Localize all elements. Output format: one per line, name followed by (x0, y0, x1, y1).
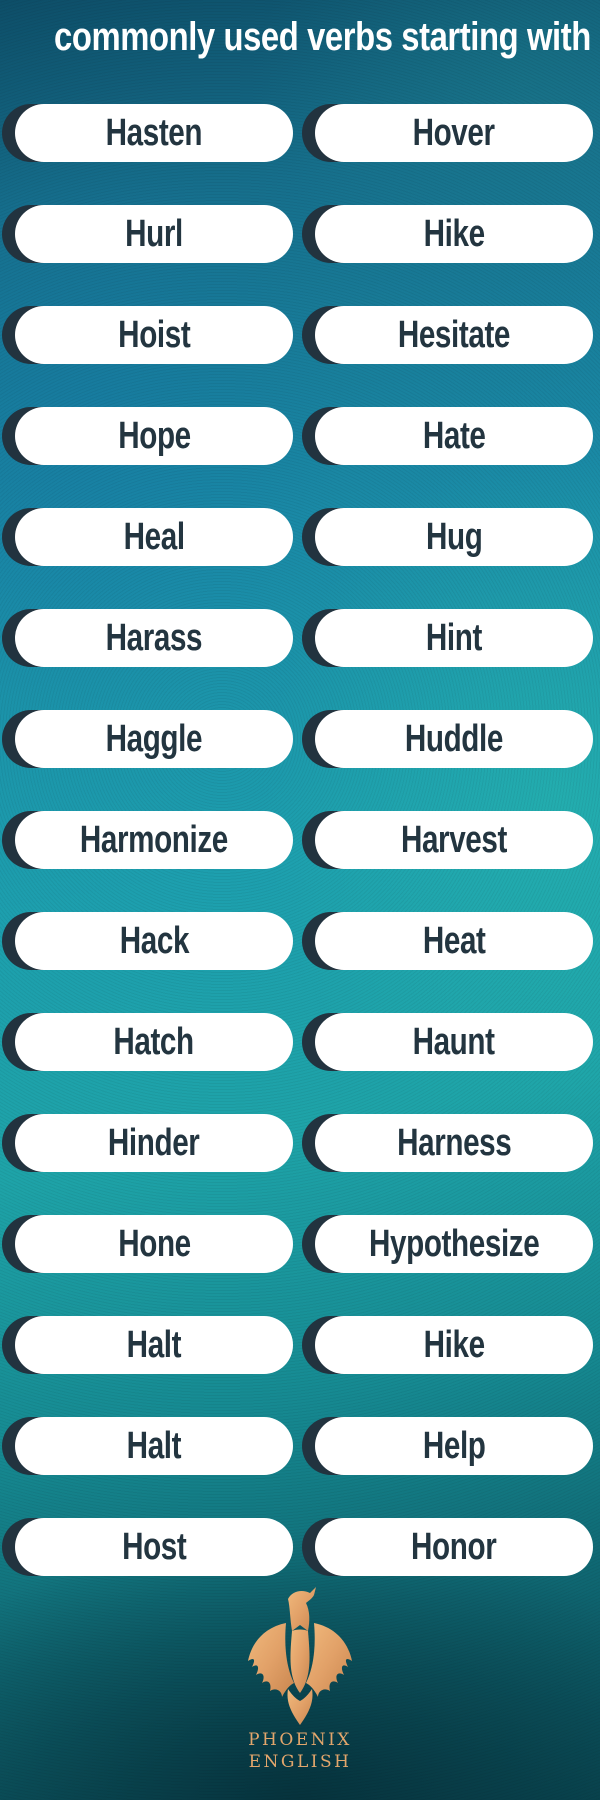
verb-card-right: Huddle (302, 710, 595, 768)
verb-label: Hope (117, 415, 191, 457)
verb-pill[interactable]: Hone (15, 1215, 293, 1273)
verb-label: Hover (412, 112, 496, 154)
verb-label: Heat (422, 920, 486, 962)
verb-label: Harvest (400, 819, 508, 861)
verb-pill[interactable]: Hike (315, 1316, 593, 1374)
verb-label: Harness (396, 1122, 512, 1164)
verb-label: Hoist (117, 314, 191, 356)
verb-pill[interactable]: Hesitate (315, 306, 593, 364)
verb-label: Hike (423, 1324, 485, 1366)
verb-card-left: Harass (2, 609, 295, 667)
verb-card-left: Hurl (2, 205, 295, 263)
verb-label: Host (121, 1526, 187, 1568)
verb-card-left: Harmonize (2, 811, 295, 869)
phoenix-bird-icon (248, 1587, 352, 1725)
verb-card-right: Hug (302, 508, 595, 566)
verb-label: Hesitate (397, 314, 511, 356)
verb-pill[interactable]: Honor (315, 1518, 593, 1576)
verb-pill[interactable]: Hike (315, 205, 593, 263)
verb-label: Hypothesize (368, 1223, 540, 1265)
verb-label: Huddle (404, 718, 504, 760)
verb-pill[interactable]: Hypothesize (315, 1215, 593, 1273)
verb-pill[interactable]: Huddle (315, 710, 593, 768)
verb-label: Honor (411, 1526, 497, 1568)
verb-label: Halt (126, 1324, 182, 1366)
verb-pill[interactable]: Hatch (15, 1013, 293, 1071)
verb-label: Hate (422, 415, 486, 457)
verb-card-left: Heal (2, 508, 295, 566)
verb-pill[interactable]: Heal (15, 508, 293, 566)
verb-card-left: Hone (2, 1215, 295, 1273)
verb-label: Haunt (412, 1021, 496, 1063)
verb-card-left: Hoist (2, 306, 295, 364)
verb-card-right: Harvest (302, 811, 595, 869)
brand-logo: PHOENIX ENGLISH (230, 1585, 370, 1785)
verb-card-left: Hinder (2, 1114, 295, 1172)
verb-label: Hinder (108, 1122, 200, 1164)
verb-pill[interactable]: Halt (15, 1316, 293, 1374)
verb-card-left: Haggle (2, 710, 295, 768)
verb-card-right: Hate (302, 407, 595, 465)
verb-pill[interactable]: Hate (315, 407, 593, 465)
verb-pill[interactable]: Hope (15, 407, 293, 465)
verb-card-left: Hack (2, 912, 295, 970)
verb-card-right: Hover (302, 104, 595, 162)
verb-card-right: Hypothesize (302, 1215, 595, 1273)
verb-pill[interactable]: Host (15, 1518, 293, 1576)
verb-pill[interactable]: Harass (15, 609, 293, 667)
verb-pill[interactable]: Harvest (315, 811, 593, 869)
verb-card-left: Hatch (2, 1013, 295, 1071)
verb-card-right: Honor (302, 1518, 595, 1576)
verb-pill[interactable]: Hasten (15, 104, 293, 162)
verb-card-right: Help (302, 1417, 595, 1475)
verb-card-right: Hesitate (302, 306, 595, 364)
verb-card-right: Harness (302, 1114, 595, 1172)
verb-pill[interactable]: Hack (15, 912, 293, 970)
verb-pill[interactable]: Halt (15, 1417, 293, 1475)
verb-pill[interactable]: Haggle (15, 710, 293, 768)
verb-card-left: Halt (2, 1316, 295, 1374)
verb-card-right: Hint (302, 609, 595, 667)
verb-label: Harmonize (79, 819, 229, 861)
verb-label: Harass (105, 617, 203, 659)
verb-label: Heal (123, 516, 185, 558)
infographic-page: commonly used verbs starting with H Hast… (0, 0, 600, 1800)
verb-pill[interactable]: Haunt (315, 1013, 593, 1071)
verb-pill[interactable]: Harmonize (15, 811, 293, 869)
verb-pill[interactable]: Hint (315, 609, 593, 667)
verb-pill[interactable]: Help (315, 1417, 593, 1475)
verb-card-left: Hasten (2, 104, 295, 162)
verb-pill[interactable]: Hoist (15, 306, 293, 364)
verb-card-right: Hike (302, 205, 595, 263)
verb-pill[interactable]: Harness (315, 1114, 593, 1172)
verb-label: Hint (425, 617, 483, 659)
verb-label: Hack (119, 920, 189, 962)
verb-label: Help (422, 1425, 486, 1467)
verb-pill[interactable]: Hinder (15, 1114, 293, 1172)
verb-grid: Hasten Hover Hurl Hike Hoist Hesitate Hope Hate… (0, 0, 600, 1800)
verb-label: Hike (423, 213, 485, 255)
verb-card-left: Host (2, 1518, 295, 1576)
verb-label: Hasten (105, 112, 203, 154)
verb-label: Hone (117, 1223, 191, 1265)
logo-text-phoenix: PHOENIX (248, 1730, 352, 1750)
verb-card-left: Halt (2, 1417, 295, 1475)
verb-pill[interactable]: Hug (315, 508, 593, 566)
verb-label: Halt (126, 1425, 182, 1467)
verb-label: Hurl (125, 213, 183, 255)
verb-card-right: Hike (302, 1316, 595, 1374)
logo-text-english: ENGLISH (248, 1752, 352, 1772)
verb-pill[interactable]: Heat (315, 912, 593, 970)
verb-label: Haggle (105, 718, 203, 760)
verb-card-right: Heat (302, 912, 595, 970)
verb-pill[interactable]: Hover (315, 104, 593, 162)
verb-pill[interactable]: Hurl (15, 205, 293, 263)
verb-card-left: Hope (2, 407, 295, 465)
verb-card-right: Haunt (302, 1013, 595, 1071)
verb-label: Hug (425, 516, 483, 558)
verb-label: Hatch (113, 1021, 195, 1063)
